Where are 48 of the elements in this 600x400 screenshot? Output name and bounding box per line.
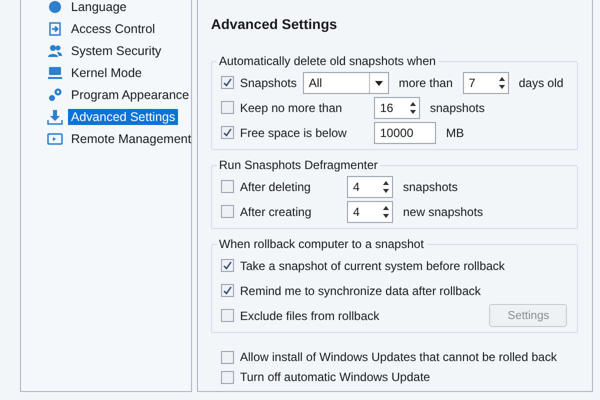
dropdown[interactable]: All [302, 72, 389, 94]
unit-label: new snapshots [403, 204, 484, 218]
option-label[interactable]: Exclude files from rollback [240, 308, 380, 322]
unit-label: snapshots [430, 100, 485, 114]
checkbox[interactable] [221, 309, 234, 322]
unit-label: MB [446, 126, 464, 140]
option-label[interactable]: Turn off automatic Windows Update [240, 370, 430, 384]
option-label[interactable]: Keep no more than [240, 100, 368, 114]
users-icon [47, 43, 63, 59]
group-legend: Automatically delete old snapshots when [217, 54, 438, 68]
checkbox[interactable] [221, 76, 234, 89]
checkbox[interactable] [221, 180, 234, 193]
unit-label: snapshots [403, 180, 458, 194]
sidebar-item[interactable]: Kernel Mode [68, 65, 145, 81]
option-label[interactable]: Take a snapshot of current system before rollback [240, 258, 505, 272]
sidebar-item[interactable]: Language [68, 0, 130, 15]
group-legend: Run Snasphots Defragmenter [217, 158, 380, 172]
gears-icon [47, 87, 63, 103]
download-icon [47, 109, 63, 125]
checkbox[interactable] [221, 205, 234, 218]
checkbox[interactable] [221, 350, 234, 364]
option-label[interactable]: After deleting [240, 180, 341, 194]
monitor-icon [47, 65, 63, 81]
option-label[interactable]: Allow install of Windows Updates that cannot be rolled back [240, 350, 557, 364]
sidebar-item[interactable]: Remote Management [68, 131, 194, 147]
sidebar-item[interactable]: Program Appearance [68, 87, 192, 103]
panel-title: Advanced Settings [211, 16, 338, 32]
checkbox[interactable] [221, 370, 234, 384]
checkbox[interactable] [221, 259, 234, 272]
unit-label: more than [398, 76, 453, 90]
spin-field[interactable]: 4 [347, 200, 393, 222]
unit-label: days old [518, 76, 564, 90]
door-icon [47, 21, 63, 37]
option-label[interactable]: Remind me to synchronize data after rollback [240, 284, 481, 298]
checkbox[interactable] [221, 126, 234, 139]
option-label[interactable]: Snapshots [240, 76, 297, 90]
checkbox[interactable] [221, 101, 234, 114]
spin-field[interactable]: 7 [462, 72, 509, 94]
option-label[interactable]: After creating [240, 204, 341, 218]
spin-field[interactable]: 4 [347, 176, 393, 198]
option-label[interactable]: Free space is below [240, 126, 368, 140]
group-legend: When rollback computer to a snapshot [217, 237, 426, 251]
spin-field[interactable]: 16 [374, 96, 420, 118]
sidebar-item[interactable]: System Security [68, 43, 164, 59]
checkbox[interactable] [221, 284, 234, 297]
input-field[interactable]: 10000 [374, 122, 436, 144]
sidebar-item[interactable]: Access Control [68, 21, 158, 37]
sidebar-item[interactable]: Advanced Settings [68, 109, 178, 125]
